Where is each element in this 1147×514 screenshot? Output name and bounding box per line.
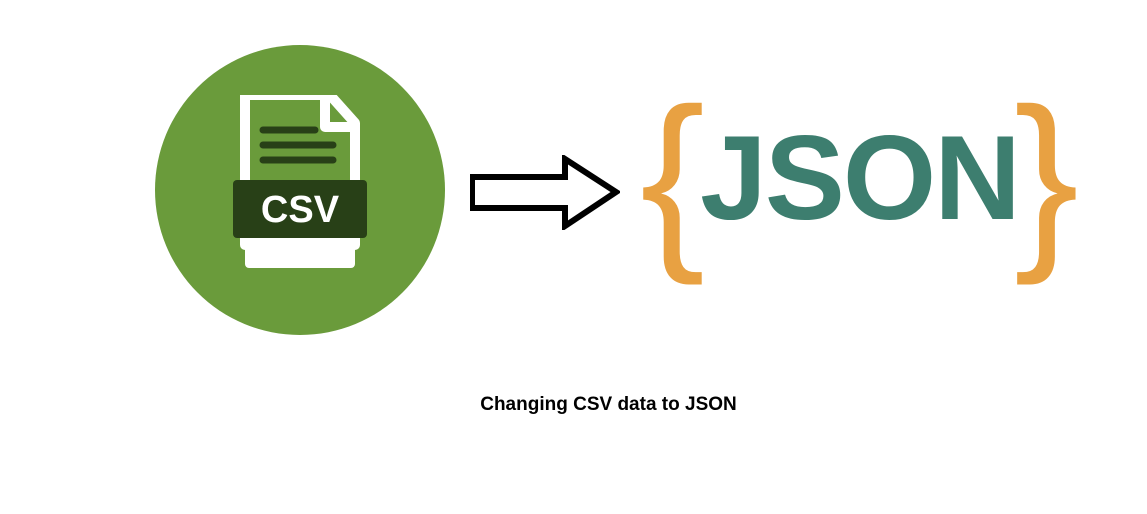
csv-circle-background: CSV [155, 45, 445, 335]
diagram-caption: Changing CSV data to JSON [0, 394, 1147, 416]
csv-file-icon: CSV [225, 95, 375, 285]
json-text: JSON [700, 118, 1019, 238]
csv-label-text: CSV [261, 189, 340, 231]
csv-badge: CSV [155, 45, 445, 335]
json-open-brace: { [640, 80, 705, 275]
json-close-brace: } [1014, 80, 1079, 275]
arrow-icon [470, 155, 620, 230]
json-logo: { JSON } [640, 80, 1079, 275]
csv-to-json-diagram: CSV { JSON } Changing CSV data to JSON [0, 0, 1147, 514]
